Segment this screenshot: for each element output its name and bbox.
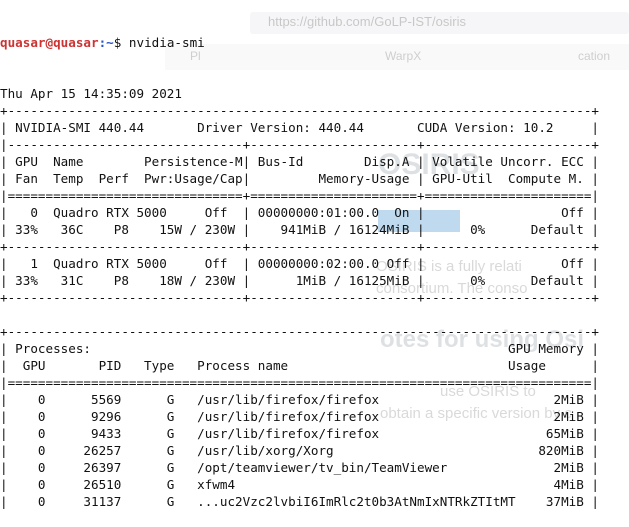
terminal-output[interactable]: quasar@quasar:~$ nvidia-smi Thu Apr 15 1… (0, 0, 599, 527)
terminal-line: | GPU Name Persistence-M| Bus-Id Disp.A … (0, 154, 599, 169)
terminal-line: +-------------------------------+-------… (0, 239, 599, 254)
terminal-line: |=======================================… (0, 375, 599, 390)
terminal-line: |===============================+=======… (0, 188, 599, 203)
terminal-line: | GPU PID Type Process name Usage | (0, 358, 599, 373)
terminal-line: +---------------------------------------… (0, 324, 599, 339)
terminal-line: | NVIDIA-SMI 440.44 Driver Version: 440.… (0, 120, 599, 135)
terminal-line: | 33% 31C P8 18W / 230W | 1MiB / 16125Mi… (0, 273, 599, 288)
terminal-line: | 0 9296 G /usr/lib/firefox/firefox 2MiB… (0, 409, 599, 424)
terminal-line: | 33% 36C P8 15W / 230W | 941MiB / 16124… (0, 222, 599, 237)
terminal-line: | 0 26257 G /usr/lib/xorg/Xorg 820MiB | (0, 443, 599, 458)
terminal-line: | 0 9433 G /usr/lib/firefox/firefox 65Mi… (0, 426, 599, 441)
terminal-line: | 1 Quadro RTX 5000 Off | 00000000:02:00… (0, 256, 599, 271)
terminal-lines: Thu Apr 15 14:35:09 2021 +---------------… (0, 85, 599, 510)
terminal-line: +-------------------------------+-------… (0, 290, 599, 305)
terminal-prompt-line: quasar@quasar:~$ nvidia-smi (0, 34, 599, 51)
command-text: nvidia-smi (128, 35, 205, 50)
terminal-line: +---------------------------------------… (0, 103, 599, 118)
prompt-path: :~ (98, 35, 114, 50)
terminal-line: | 0 31137 G ...uc2Vzc2lvbiI6ImRlc2t0b3At… (0, 494, 599, 509)
terminal-line: | 0 Quadro RTX 5000 Off | 00000000:01:00… (0, 205, 599, 220)
prompt-user: quasar@quasar (0, 35, 99, 50)
terminal-line: | 0 26510 G xfwm4 4MiB | (0, 477, 599, 492)
terminal-line: |-------------------------------+-------… (0, 137, 599, 152)
terminal-line: | 0 26397 G /opt/teamviewer/tv_bin/TeamV… (0, 460, 599, 475)
terminal-line: | Processes: GPU Memory | (0, 341, 599, 356)
terminal-line: | 0 5569 G /usr/lib/firefox/firefox 2MiB… (0, 392, 599, 407)
terminal-line: | Fan Temp Perf Pwr:Usage/Cap| Memory-Us… (0, 171, 599, 186)
prompt-symbol: $ (113, 35, 129, 50)
terminal-line: Thu Apr 15 14:35:09 2021 (0, 86, 182, 101)
